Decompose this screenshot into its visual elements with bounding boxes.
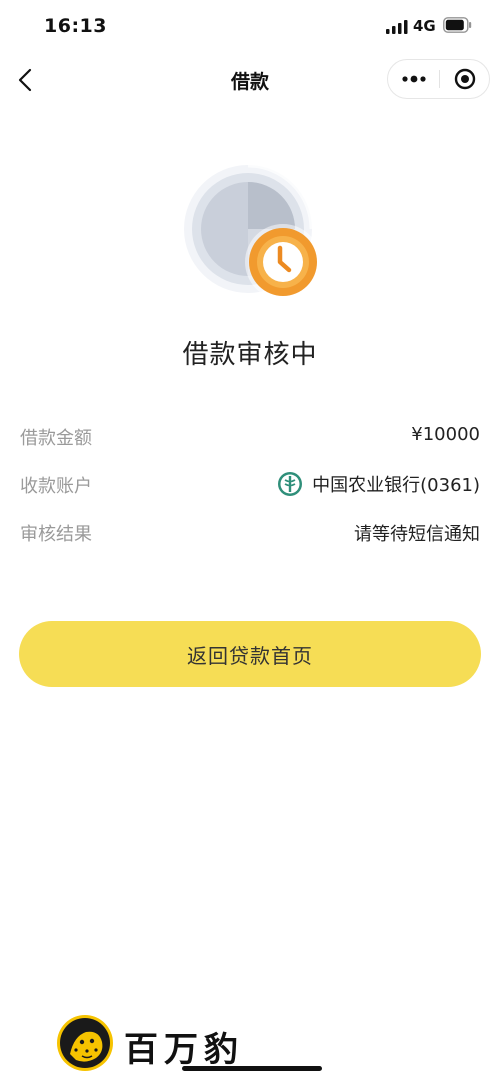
nav-bar: 借款 [0, 56, 500, 104]
account-label: 收款账户 [20, 476, 92, 497]
network-type: 4G [413, 17, 436, 35]
loan-info-list: 借款金额 ¥10000 收款账户 中国农业银行(0361) 审核结果 请等待短信… [0, 414, 500, 558]
target-circle-icon[interactable] [440, 60, 490, 98]
leopard-logo-icon [57, 1015, 113, 1071]
account-value-wrap: 中国农业银行(0361) [277, 470, 480, 498]
info-row-account: 收款账户 中国农业银行(0361) [0, 462, 500, 510]
status-title: 借款审核中 [182, 340, 318, 370]
abc-bank-logo-icon [278, 472, 303, 496]
brand-name: 百万豹 [124, 1030, 244, 1070]
home-indicator [182, 1066, 322, 1071]
amount-value: ¥10000 [411, 424, 480, 445]
status-bar: 16:13 4G [0, 0, 500, 56]
brand-watermark: 百万豹 [56, 1014, 356, 1072]
amount-label: 借款金额 [20, 428, 92, 449]
clock-icon [184, 164, 321, 300]
result-label: 审核结果 [20, 524, 92, 545]
mini-program-capsule [387, 59, 490, 99]
return-home-button-label: 返回贷款首页 [187, 643, 313, 668]
account-value: 中国农业银行(0361) [312, 475, 480, 496]
return-home-button[interactable]: 返回贷款首页 [19, 621, 481, 687]
battery-icon [443, 17, 472, 33]
status-time: 16:13 [44, 15, 107, 37]
result-value: 请等待短信通知 [354, 524, 480, 545]
more-dots-icon[interactable] [388, 60, 439, 98]
signal-icon [386, 20, 408, 34]
info-row-result: 审核结果 请等待短信通知 [0, 510, 500, 558]
info-row-amount: 借款金额 ¥10000 [0, 414, 500, 462]
